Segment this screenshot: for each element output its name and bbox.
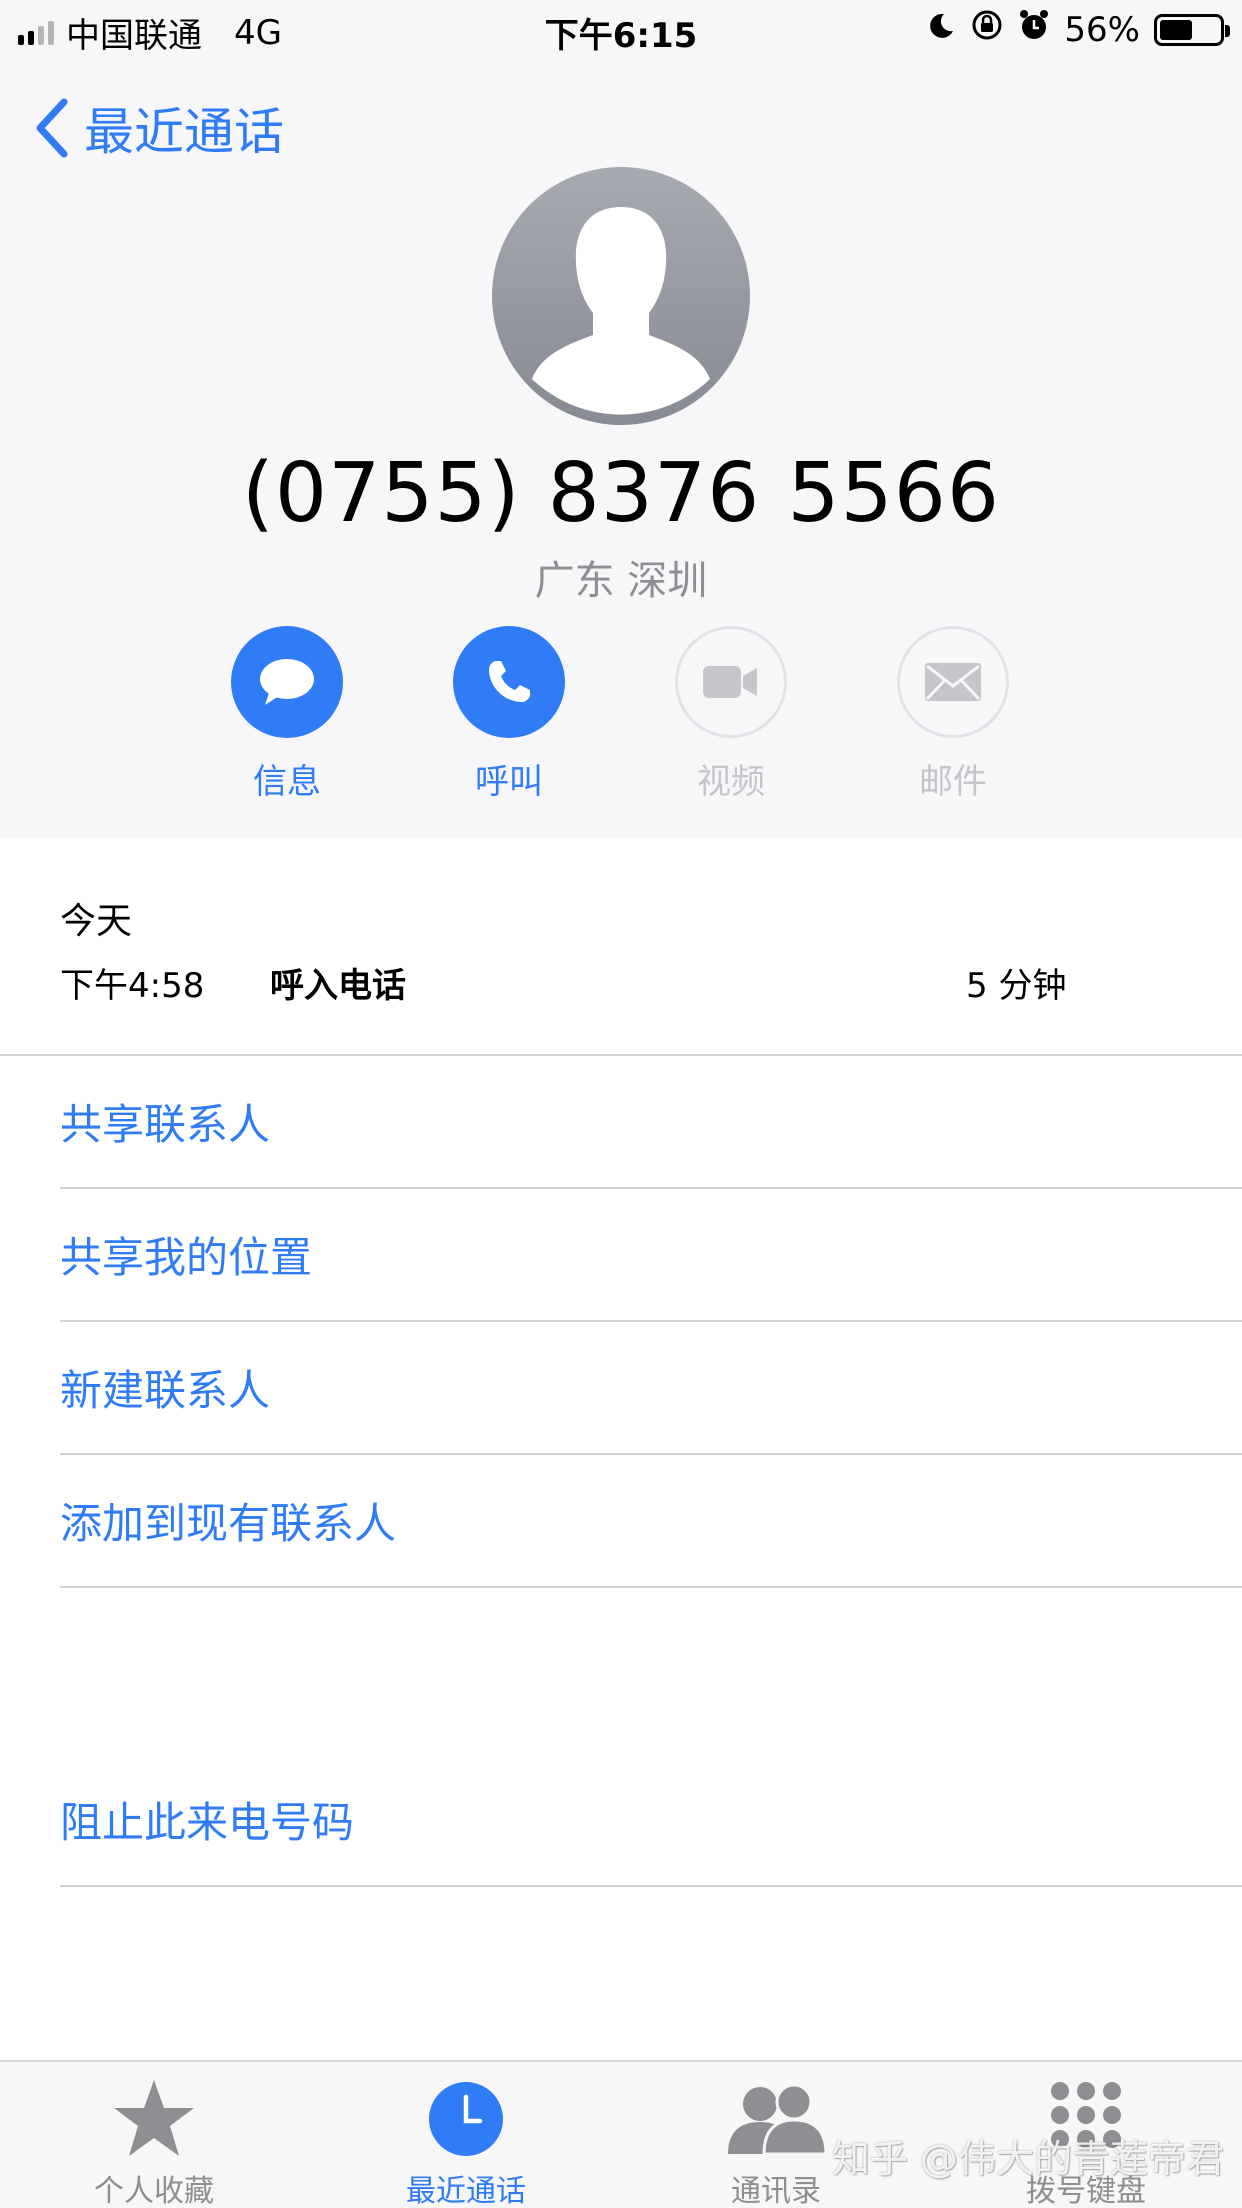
contact-location: 广东 深圳 — [534, 558, 708, 604]
alarm-icon — [1018, 8, 1050, 51]
battery-percent: 56% — [1064, 9, 1140, 50]
watermark: 知乎 @伟大的青莲帝君 — [832, 2137, 1225, 2181]
video-action-label: 视频 — [697, 762, 765, 802]
battery-icon — [1154, 13, 1230, 46]
star-icon — [114, 2080, 194, 2156]
contacts-icon — [728, 2083, 828, 2156]
phone-icon — [489, 661, 530, 702]
tab-favorites-label: 个人收藏 — [94, 2174, 214, 2208]
add-to-existing-contact-option[interactable]: 添加到现有联系人 — [60, 1455, 1242, 1588]
envelope-icon — [925, 663, 981, 701]
new-contact-option[interactable]: 新建联系人 — [60, 1322, 1242, 1455]
call-history-duration: 5 分钟 — [966, 966, 1067, 1006]
video-action-button: 视频 — [675, 626, 787, 802]
share-location-option[interactable]: 共享我的位置 — [60, 1189, 1242, 1322]
call-action-button[interactable]: 呼叫 — [453, 626, 565, 802]
call-history-time: 下午4:58 — [60, 966, 205, 1006]
share-contact-option[interactable]: 共享联系人 — [60, 1056, 1242, 1189]
call-action-label: 呼叫 — [475, 762, 543, 802]
person-silhouette-icon — [532, 207, 710, 415]
moon-icon — [926, 11, 956, 49]
call-history-day: 今天 — [60, 901, 133, 942]
status-bar: 中国联通 4G 下午6:15 56% — [0, 0, 1242, 60]
back-button[interactable]: 最近通话 — [34, 92, 284, 164]
contact-phone-number: (0755) 8376 5566 — [241, 446, 1001, 541]
call-history-type: 呼入电话 — [270, 966, 406, 1006]
rotation-lock-icon — [970, 8, 1004, 51]
chevron-left-icon — [36, 98, 68, 158]
tab-recents[interactable]: 最近通话 — [366, 2076, 566, 2208]
clock-icon — [429, 2082, 503, 2156]
video-camera-icon — [703, 666, 757, 698]
block-caller-option[interactable]: 阻止此来电号码 — [60, 1753, 1242, 1887]
message-action-label: 信息 — [253, 762, 321, 802]
back-button-label: 最近通话 — [84, 103, 284, 161]
mail-action-label: 邮件 — [919, 762, 987, 802]
message-bubble-icon — [260, 659, 314, 705]
mail-action-button: 邮件 — [897, 626, 1009, 802]
tab-favorites[interactable]: 个人收藏 — [54, 2076, 254, 2208]
contact-avatar — [492, 167, 750, 425]
tab-recents-label: 最近通话 — [406, 2174, 526, 2208]
message-action-button[interactable]: 信息 — [231, 626, 343, 802]
call-history-section: 今天 下午4:58 呼入电话 5 分钟 — [0, 838, 1242, 1056]
